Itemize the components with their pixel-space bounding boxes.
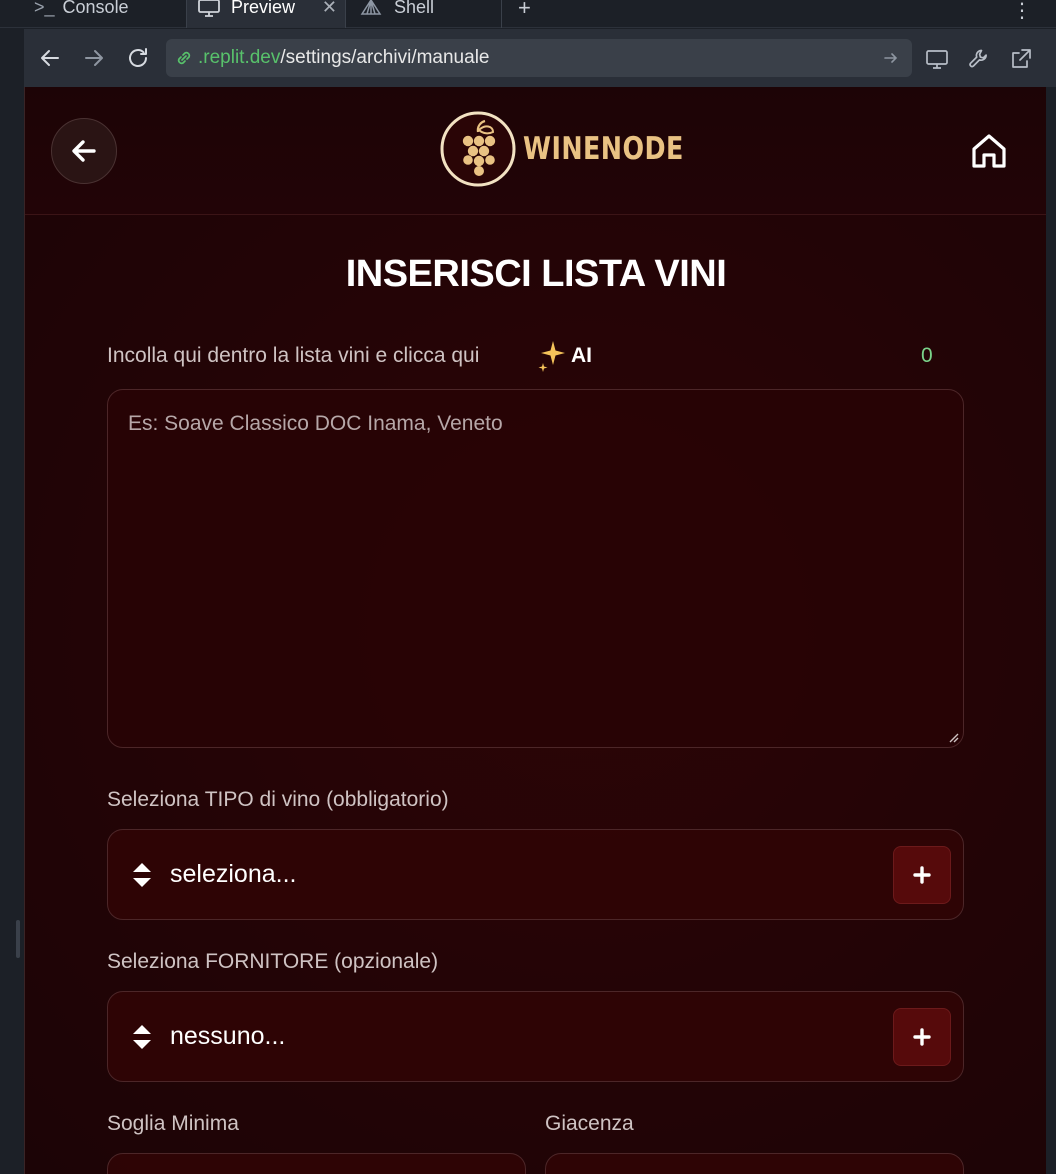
page-title: INSERISCI LISTA VINI [345, 253, 727, 295]
add-tab-icon[interactable]: + [518, 0, 531, 28]
giacenza-input[interactable] [545, 1153, 964, 1174]
open-external-icon[interactable] [1008, 46, 1034, 72]
go-arrow-icon[interactable] [882, 49, 900, 67]
tab-preview[interactable]: Preview ✕ [186, 0, 346, 28]
sort-arrows-icon [133, 863, 151, 887]
tab-console-label: Console [62, 0, 129, 17]
ai-label: AI [571, 344, 592, 367]
logo-text: WINENODE [523, 131, 684, 167]
giacenza-label: Giacenza [545, 1112, 634, 1135]
left-panel-strip [0, 28, 24, 1174]
tipo-value: seleziona... [170, 860, 297, 888]
browser-tab-bar: >_ Console Preview ✕ Shell + ⋮ [0, 0, 1056, 28]
soglia-label: Soglia Minima [107, 1112, 239, 1135]
tipo-select[interactable]: seleziona... [107, 829, 964, 920]
add-fornitore-button[interactable] [893, 1008, 951, 1066]
fornitore-value: nessuno... [170, 1022, 286, 1050]
wine-count: 0 [921, 344, 933, 367]
browser-url-bar: .replit.dev/settings/archivi/manuale [24, 29, 1056, 87]
paste-label: Incolla qui dentro la lista vini e clicc… [107, 344, 480, 367]
home-icon [972, 134, 1006, 168]
winenode-logo: WINENODE [439, 109, 719, 189]
link-icon [177, 51, 191, 65]
terminal-icon: >_ [34, 0, 55, 17]
back-arrow-icon[interactable] [38, 46, 62, 70]
sort-arrows-icon [133, 1025, 151, 1049]
home-button[interactable] [969, 131, 1009, 171]
forward-arrow-icon[interactable] [82, 46, 106, 70]
app-header: WINENODE [25, 87, 1046, 215]
url-host: .replit.dev [198, 47, 281, 68]
ai-button[interactable]: AI [537, 339, 592, 373]
reload-icon[interactable] [126, 46, 150, 70]
tab-console[interactable]: >_ Console [34, 0, 129, 28]
resize-grip-icon[interactable] [947, 731, 959, 743]
soglia-input[interactable] [107, 1153, 526, 1174]
more-options-icon[interactable]: ⋮ [1012, 0, 1032, 28]
sparkles-icon [538, 341, 565, 372]
monitor-icon [198, 0, 220, 17]
back-button[interactable] [51, 118, 117, 184]
resize-handle[interactable] [16, 920, 20, 958]
wine-list-textarea[interactable]: Es: Soave Classico DOC Inama, Veneto [107, 389, 964, 748]
url-path: /settings/archivi/manuale [280, 47, 490, 68]
textarea-placeholder: Es: Soave Classico DOC Inama, Veneto [128, 412, 503, 435]
plus-icon [913, 866, 931, 884]
tab-preview-label: Preview [231, 0, 296, 17]
close-icon[interactable]: ✕ [322, 0, 337, 18]
arrow-left-icon [72, 140, 96, 162]
fornitore-select[interactable]: nessuno... [107, 991, 964, 1082]
add-tipo-button[interactable] [893, 846, 951, 904]
wrench-icon[interactable] [966, 46, 992, 72]
device-preview-icon[interactable] [924, 46, 950, 72]
app-viewport: WINENODE INSERISCI LISTA VINI Incolla qu… [24, 87, 1046, 1174]
grape-logo-icon [440, 111, 516, 187]
url-input[interactable]: .replit.dev/settings/archivi/manuale [166, 39, 912, 77]
shell-icon [360, 0, 382, 15]
tab-shell[interactable]: Shell [346, 0, 502, 28]
tipo-label: Seleziona TIPO di vino (obbligatorio) [107, 788, 449, 811]
plus-icon [913, 1028, 931, 1046]
tab-shell-label: Shell [394, 0, 435, 17]
fornitore-label: Seleziona FORNITORE (opzionale) [107, 950, 439, 973]
